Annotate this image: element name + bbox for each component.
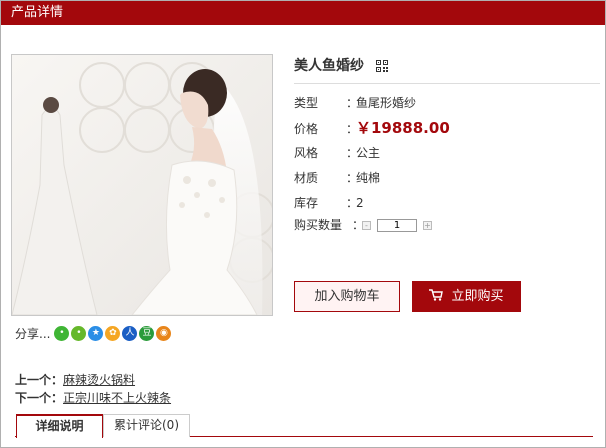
product-title: 美人鱼婚纱 [294,58,364,74]
product-image[interactable] [11,54,273,316]
attr-stock-label: 库存 [294,196,319,210]
attr-type: 类型 ：鱼尾形婚纱 [294,93,416,113]
bride-photo [12,55,272,315]
attr-style-value: 公主 [356,146,381,160]
quantity-label: 购买数量 [294,218,343,232]
prev-product-link[interactable]: 麻辣烫火锅料 [63,373,135,387]
tab-reviews[interactable]: 累计评论(0) [103,414,190,437]
attr-material-label: 材质 [294,171,319,185]
qq-space-icon[interactable]: • [71,325,87,341]
buy-now-label: 立即购买 [451,289,504,304]
attr-style-label: 风格 [294,146,319,160]
next-product-link[interactable]: 正宗川味不上火辣条 [63,391,171,405]
attr-price-label: 价格 [294,122,319,136]
attr-stock-sep: ： [346,196,359,210]
panel-header: 产品详情 [1,1,605,25]
attr-material-sep: ： [346,171,359,185]
pengyou-icon[interactable]: ✿ [105,325,121,341]
douban-icon[interactable]: 豆 [139,325,155,341]
cart-icon [429,289,444,301]
weibo-icon[interactable]: ◉ [156,325,172,341]
share-label: 分享... [15,326,51,341]
attr-material-value: 纯棉 [356,171,381,185]
attr-type-sep: ： [346,96,359,110]
attr-price: 价格 ：￥19888.00 [294,118,450,138]
product-detail-panel: 产品详情 分享... • • ★ ✿ 人 豆 ◉ 美人鱼婚纱 类型 ：鱼尾形婚纱… [0,0,606,448]
attr-stock: 库存 ：2 [294,193,364,213]
add-to-cart-button[interactable]: 加入购物车 [294,281,400,312]
attr-type-value: 鱼尾形婚纱 [356,96,417,110]
wechat-icon[interactable]: • [54,325,70,341]
prev-label: 上一个： [15,373,64,387]
attr-type-label: 类型 [294,96,319,110]
next-product: 下一个：正宗川味不上火辣条 [15,389,171,407]
quantity-stepper: - + [362,219,432,232]
attr-stock-value: 2 [356,196,364,210]
quantity-minus-button[interactable]: - [362,221,371,230]
attr-material: 材质 ：纯棉 [294,168,380,188]
buy-now-button[interactable]: 立即购买 [412,281,521,312]
quantity-plus-button[interactable]: + [423,221,432,230]
share-bar: 分享... • • ★ ✿ 人 豆 ◉ [15,323,173,343]
quantity-sep: ： [352,218,365,232]
attr-quantity: 购买数量 ： - + [294,215,432,235]
qzone-star-icon[interactable]: ★ [88,325,104,341]
attr-price-sep: ： [346,122,359,136]
qr-code-icon[interactable] [375,60,388,72]
next-label: 下一个： [15,391,64,405]
quantity-input[interactable] [377,219,417,232]
attr-style-sep: ： [346,146,359,160]
renren-icon[interactable]: 人 [122,325,138,341]
price-value: ￥19888.00 [356,119,450,137]
tab-details[interactable]: 详细说明 [16,414,103,438]
product-title-row: 美人鱼婚纱 [294,56,600,84]
detail-tabs: 详细说明 累计评论(0) [15,414,593,438]
prev-product: 上一个：麻辣烫火锅料 [15,371,135,389]
attr-style: 风格 ：公主 [294,143,380,163]
